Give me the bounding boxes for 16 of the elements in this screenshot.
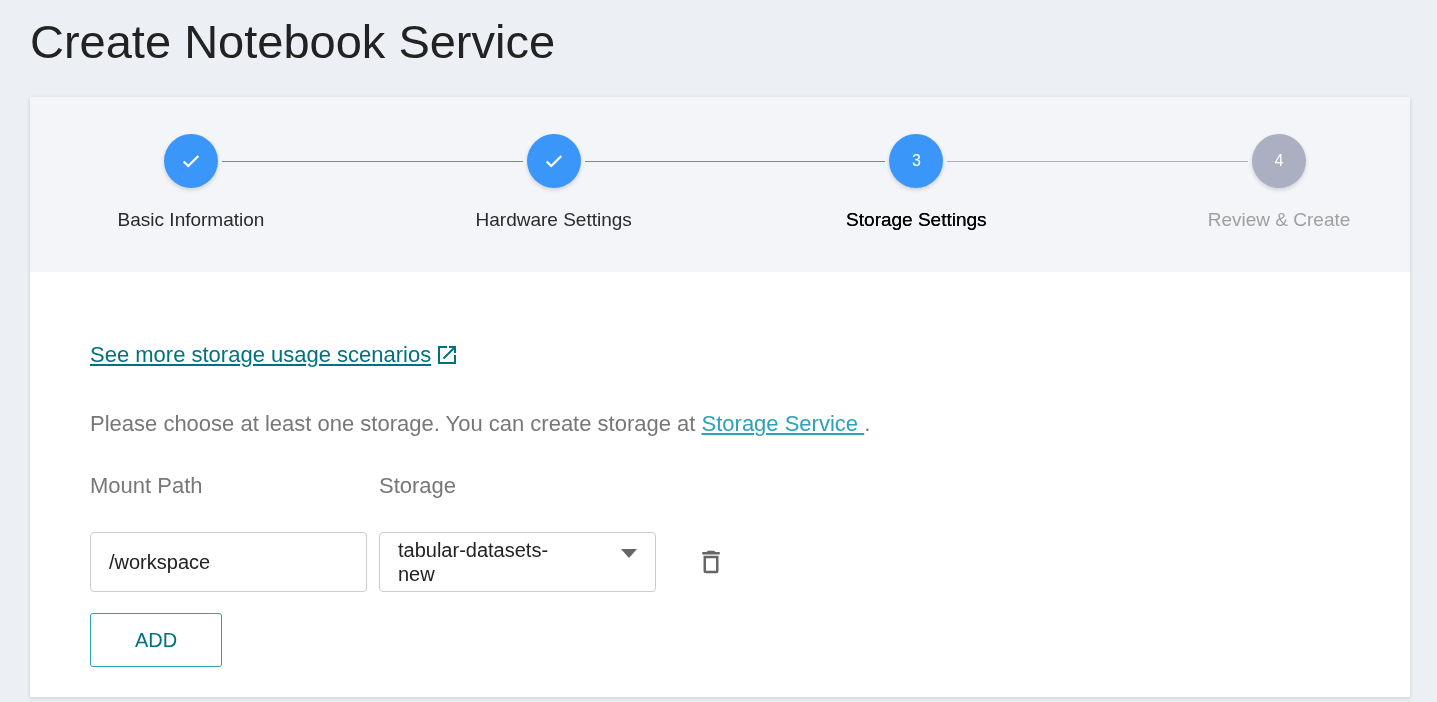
add-button[interactable]: ADD bbox=[90, 613, 222, 667]
step-label: Basic Information bbox=[117, 209, 265, 231]
step-label: Hardware Settings bbox=[475, 209, 632, 231]
field-label: Mount Path bbox=[90, 473, 204, 499]
intro-text: Please choose at least one storage. You can create storage at Storage Service . bbox=[90, 411, 872, 437]
storage-select[interactable]: tabular-datasets-new bbox=[379, 532, 656, 592]
caret-icon bbox=[621, 549, 637, 559]
scenarios-link[interactable]: See more storage usage scenarios bbox=[90, 342, 460, 368]
field-label: Storage bbox=[379, 473, 458, 499]
page-title: Create Notebook Service bbox=[30, 14, 557, 69]
storage-service-link[interactable]: Storage Service bbox=[701, 411, 865, 436]
step-label: Review & Create bbox=[1207, 209, 1351, 231]
step-number: 3 bbox=[911, 152, 921, 170]
step-number: 4 bbox=[1274, 152, 1284, 170]
mount-path-field[interactable]: /workspace bbox=[90, 532, 367, 592]
step-label: Storage Settings bbox=[846, 209, 987, 231]
